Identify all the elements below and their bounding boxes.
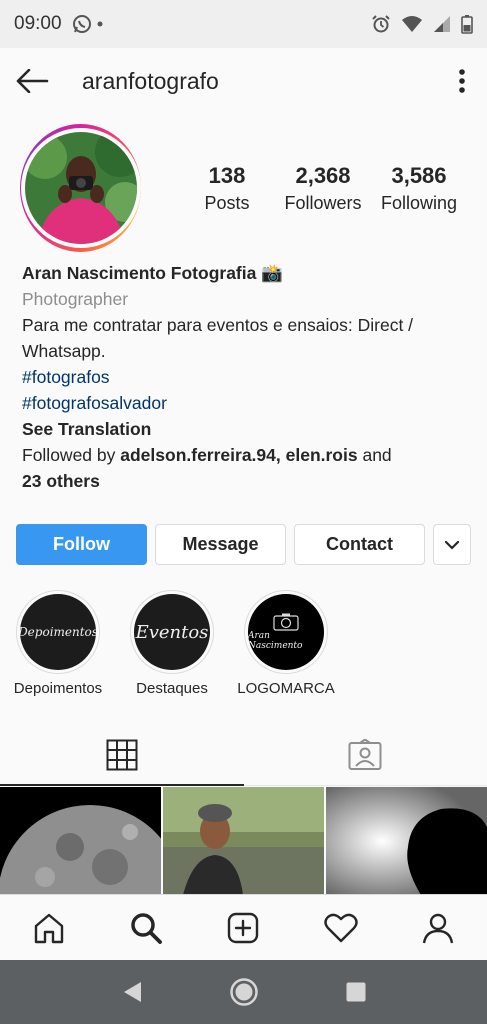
story-highlights: Depoimentos Depoimentos Eventos Destaque… [8, 590, 336, 697]
highlight-cover: Eventos [134, 594, 210, 670]
dot-icon [97, 21, 103, 27]
tagged-icon [348, 738, 382, 770]
profile-tabs [0, 724, 487, 786]
bio-text: Para me contratar para eventos e ensaios… [22, 315, 414, 361]
header-username: aranfotografo [82, 67, 219, 94]
profile-header: 138 Posts 2,368 Followers 3,586 Followin… [20, 124, 467, 252]
nav-profile[interactable] [408, 898, 468, 958]
silhouette-photo [326, 787, 487, 895]
post-thumbnail[interactable] [326, 787, 487, 895]
post-thumbnail[interactable] [163, 787, 324, 895]
camera-logo-icon [273, 613, 299, 631]
profile-stats: 138 Posts 2,368 Followers 3,586 Followin… [179, 163, 467, 214]
stat-posts[interactable]: 138 Posts [179, 163, 275, 214]
heart-icon [324, 913, 358, 942]
battery-icon [461, 15, 473, 34]
add-icon [228, 912, 259, 943]
bottom-navigation [0, 894, 487, 960]
nav-home[interactable] [19, 898, 79, 958]
nav-search[interactable] [116, 898, 176, 958]
grid-icon [106, 739, 138, 770]
tab-tagged[interactable] [244, 724, 487, 785]
see-translation-link[interactable]: See Translation [22, 416, 472, 442]
stat-followers[interactable]: 2,368 Followers [275, 163, 371, 214]
hashtag-link[interactable]: #fotografos [22, 364, 472, 390]
highlight-logomarca[interactable]: Aran Nascimento LOGOMARCA [236, 590, 336, 697]
nav-activity[interactable] [311, 898, 371, 958]
nav-add[interactable] [213, 898, 273, 958]
profile-bio: Aran Nascimento Fotografia 📸 Photographe… [22, 260, 472, 494]
avatar-story-ring[interactable] [20, 124, 141, 252]
followed-by-others[interactable]: 23 others [22, 468, 472, 494]
suggested-dropdown-button[interactable] [433, 524, 471, 565]
status-time: 09:00 [14, 13, 62, 34]
profile-category: Photographer [22, 289, 129, 309]
moon-photo [0, 787, 161, 895]
avatar [24, 132, 137, 244]
signal-icon [434, 16, 450, 32]
tab-grid[interactable] [0, 724, 244, 786]
home-circle-icon[interactable] [229, 977, 259, 1007]
hashtag-link[interactable]: #fotografosalvador [22, 390, 472, 416]
alarm-icon [372, 15, 390, 33]
more-options-button[interactable] [437, 48, 487, 114]
message-button[interactable]: Message [155, 524, 286, 565]
profile-name: Aran Nascimento Fotografia 📸 [22, 263, 283, 283]
contact-button[interactable]: Contact [294, 524, 425, 565]
followed-by[interactable]: Followed by adelson.ferreira.94, elen.ro… [22, 442, 472, 468]
wifi-icon [402, 16, 422, 32]
whatsapp-icon [72, 15, 91, 33]
posts-grid [0, 787, 487, 895]
status-bar: 09:00 [0, 0, 487, 48]
system-navigation-bar [0, 960, 487, 1024]
recents-square-icon[interactable] [345, 981, 367, 1003]
home-icon [34, 913, 63, 943]
back-triangle-icon[interactable] [121, 980, 143, 1004]
follow-button[interactable]: Follow [16, 524, 147, 565]
stat-following[interactable]: 3,586 Following [371, 163, 467, 214]
avatar-photo [24, 132, 137, 244]
profile-icon [423, 913, 454, 943]
post-thumbnail[interactable] [0, 787, 161, 895]
arrow-left-icon [16, 69, 49, 93]
profile-actions: Follow Message Contact [16, 524, 472, 566]
back-button[interactable] [0, 48, 64, 114]
highlight-depoimentos[interactable]: Depoimentos Depoimentos [8, 590, 108, 697]
more-vertical-icon [459, 69, 465, 93]
boy-photo [163, 787, 324, 895]
highlight-destaques[interactable]: Eventos Destaques [122, 590, 222, 697]
app-header: aranfotografo [0, 48, 487, 114]
highlight-cover: Aran Nascimento [248, 594, 324, 670]
chevron-down-icon [444, 540, 460, 550]
search-icon [131, 912, 162, 944]
highlight-cover: Depoimentos [20, 594, 96, 670]
